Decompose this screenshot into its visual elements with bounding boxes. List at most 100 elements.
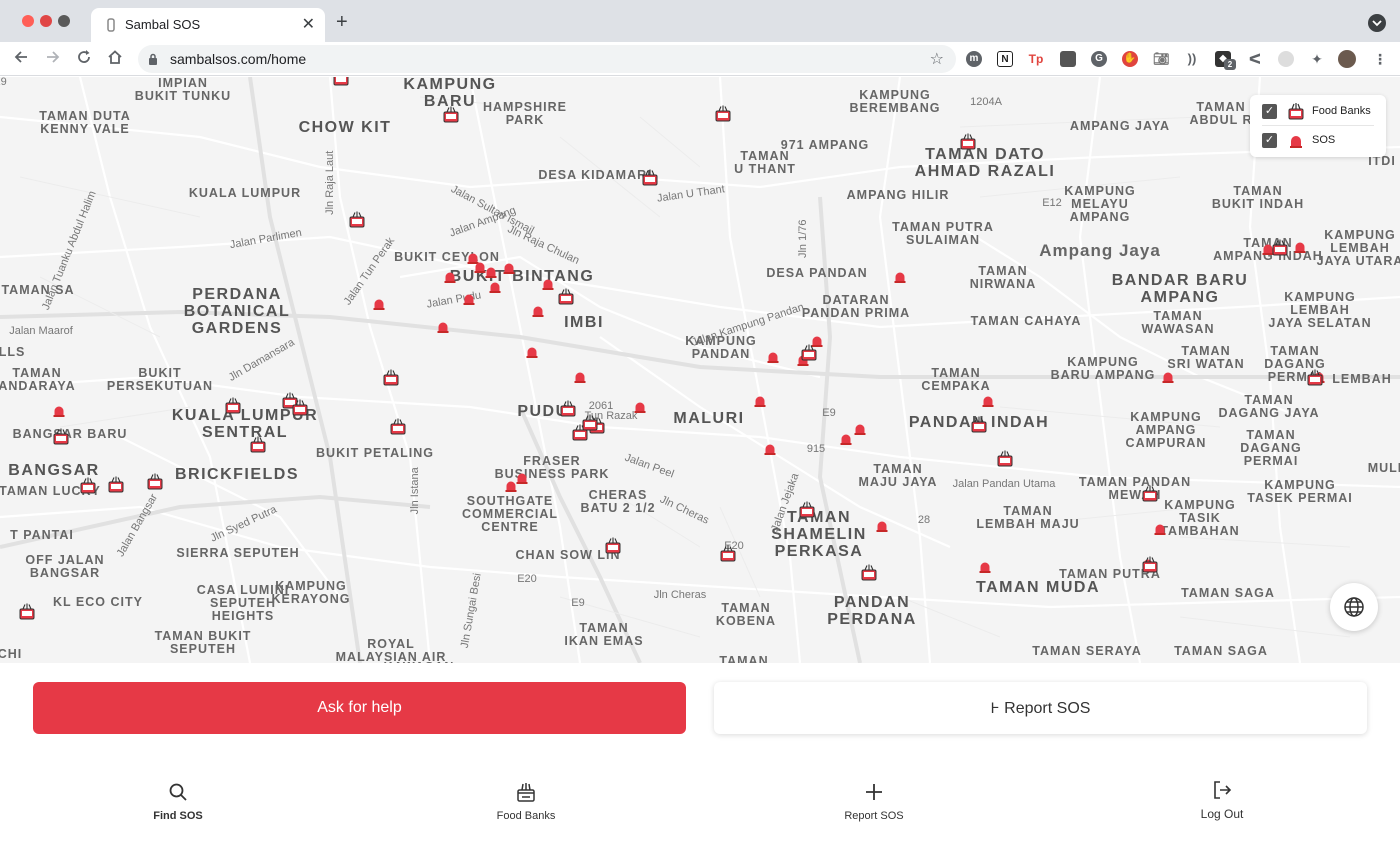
sos-marker-icon[interactable] [853,422,867,436]
food-bank-marker-icon[interactable] [79,476,97,494]
browser-tab[interactable]: Sambal SOS ✕ [91,8,325,42]
layer-divider [1262,125,1374,126]
sos-marker-icon[interactable] [1153,522,1167,536]
food-banks-checkbox[interactable]: ✓ [1262,104,1277,119]
tab-search-button[interactable] [1368,14,1386,32]
food-bank-marker-icon[interactable] [382,368,400,386]
window-close-button[interactable] [22,15,34,27]
food-bank-marker-icon[interactable] [1141,555,1159,573]
extension-adblock-icon[interactable]: ✋ [1122,51,1138,67]
reload-icon[interactable] [73,48,95,71]
food-bank-marker-icon[interactable] [860,563,878,581]
food-bank-marker-icon[interactable] [442,105,460,123]
food-bank-marker-icon[interactable] [641,168,659,186]
sos-marker-icon[interactable] [52,404,66,418]
sos-marker-icon[interactable] [753,394,767,408]
food-bank-marker-icon[interactable] [1141,484,1159,502]
extensions-puzzle-icon[interactable]: ✦ [1309,51,1325,67]
map-place-label: BANGSAR BARU [12,427,128,441]
food-bank-marker-icon[interactable] [1271,238,1289,256]
sos-marker-icon[interactable] [893,270,907,284]
extension-camera-icon[interactable]: 📷︎ [1153,51,1170,67]
food-bank-marker-icon[interactable] [559,399,577,417]
sos-marker-icon[interactable] [1293,240,1307,254]
sos-marker-icon[interactable] [531,304,545,318]
food-bank-marker-icon[interactable] [800,343,818,361]
sos-marker-icon[interactable] [462,292,476,306]
nav-log-out[interactable]: Log Out [1152,770,1292,821]
map-view[interactable]: IMPIAN BUKIT TUNKU TAMAN DUTA KENNY VALE KAM… [0,77,1400,663]
food-bank-marker-icon[interactable] [389,417,407,435]
sos-marker-icon[interactable] [541,277,555,291]
sos-marker-icon[interactable] [372,297,386,311]
food-bank-marker-icon[interactable] [714,104,732,122]
forward-icon[interactable] [42,48,64,71]
sos-marker-icon[interactable] [443,270,457,284]
food-bank-marker-icon[interactable] [224,396,242,414]
food-bank-marker-icon[interactable] [996,449,1014,467]
sos-marker-icon[interactable] [766,350,780,364]
sos-marker-icon[interactable] [488,280,502,294]
ask-for-help-button[interactable]: Ask for help [33,682,686,734]
food-bank-marker-icon[interactable] [557,287,575,305]
window-maximize-button[interactable] [58,15,70,27]
extension-audio-icon[interactable]: )) [1184,51,1200,67]
language-button[interactable] [1330,583,1378,631]
new-tab-button[interactable]: + [336,11,348,34]
sos-marker-icon[interactable] [981,394,995,408]
sos-marker-icon[interactable] [473,260,487,274]
sos-marker-icon[interactable] [515,471,529,485]
extension-grid-icon[interactable] [1060,51,1076,67]
home-icon[interactable] [104,48,126,71]
food-bank-marker-icon[interactable] [332,77,350,86]
map-place-label: E9 [0,77,7,88]
food-bank-marker-icon[interactable] [959,132,977,150]
extension-circle-icon[interactable] [1278,51,1294,67]
window-minimize-button[interactable] [40,15,52,27]
sos-checkbox[interactable]: ✓ [1262,133,1277,148]
food-bank-marker-icon[interactable] [348,210,366,228]
food-bank-marker-icon[interactable] [604,536,622,554]
food-bank-marker-icon[interactable] [291,398,309,416]
back-icon[interactable] [10,48,32,71]
nav-report-sos[interactable]: Report SOS [804,770,944,822]
extension-grammarly-icon[interactable]: G [1091,51,1107,67]
browser-menu-icon[interactable]: ⋮ [1372,51,1388,67]
food-bank-marker-icon[interactable] [798,500,816,518]
extension-m-icon[interactable]: m [966,51,982,67]
food-bank-marker-icon[interactable] [52,427,70,445]
food-bank-marker-icon[interactable] [970,415,988,433]
extension-c-icon[interactable]: ᐸ [1247,51,1263,67]
sos-marker-icon[interactable] [763,442,777,456]
food-bank-marker-icon[interactable] [146,472,164,490]
food-bank-marker-icon[interactable] [107,475,125,493]
profile-avatar[interactable] [1338,50,1356,68]
layer-food-banks-toggle[interactable]: ✓ Food Banks [1262,101,1380,123]
tab-close-icon[interactable]: ✕ [302,14,315,34]
report-sos-button[interactable]: Ͱ Report SOS [714,682,1367,734]
search-icon [166,780,190,804]
address-bar[interactable]: sambalsos.com/home ☆ [138,45,956,73]
map-place-label: TAMAN SERAYA [1032,644,1142,658]
sos-marker-icon[interactable] [525,345,539,359]
sos-marker-icon[interactable] [1161,370,1175,384]
layer-sos-toggle[interactable]: ✓ SOS [1262,130,1380,152]
extension-tp-icon[interactable]: Tp [1028,51,1044,67]
nav-find-sos[interactable]: Find SOS [108,770,248,822]
map-place-label: TAMAN BUKIT INDAH [1211,184,1305,212]
sos-marker-icon[interactable] [839,432,853,446]
sos-marker-icon[interactable] [633,400,647,414]
food-bank-marker-icon[interactable] [719,544,737,562]
sos-marker-icon[interactable] [573,370,587,384]
food-bank-marker-icon[interactable] [249,435,267,453]
food-bank-marker-icon[interactable] [18,602,36,620]
sos-marker-icon[interactable] [436,320,450,334]
food-bank-marker-icon[interactable] [581,413,599,431]
nav-food-banks[interactable]: Food Banks [456,770,596,822]
sos-marker-icon[interactable] [875,519,889,533]
sos-marker-icon[interactable] [502,261,516,275]
extension-notion-icon[interactable]: N [997,51,1013,67]
food-bank-marker-icon[interactable] [1306,368,1324,386]
sos-marker-icon[interactable] [978,560,992,574]
bookmark-star-icon[interactable]: ☆ [930,49,944,69]
